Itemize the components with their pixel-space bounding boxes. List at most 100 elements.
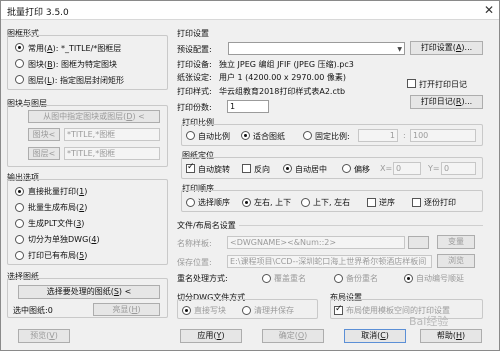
open-log-checkbox[interactable] xyxy=(407,79,416,88)
auto-center-label: 自动居中 xyxy=(295,165,327,174)
order-lr-tb-label: 左右, 上下 xyxy=(254,198,292,207)
print-setup-button[interactable]: 打印设置(A)... xyxy=(410,41,483,55)
frame-layer-label: 图层(L): 指定图层封闭矩形 xyxy=(28,76,124,85)
output-existing-layout-label: 打印已有布局(5) xyxy=(28,251,88,260)
split-direct-radio[interactable] xyxy=(182,306,191,315)
name-template-input[interactable]: <DWGNAME><&Num::2> xyxy=(227,236,405,249)
split-cleanup-label: 清理并保存 xyxy=(254,306,294,315)
batch-print-dialog: 批量打印 3.5.0 ✕ 图框形式 常用(A): *_TITLE/*图框层 图块… xyxy=(0,0,500,351)
file-layout-title: 文件/布局名设置 xyxy=(177,221,236,230)
auto-center-radio[interactable] xyxy=(283,164,292,173)
output-direct-print-radio[interactable] xyxy=(15,187,24,196)
offset-y-label: Y= xyxy=(428,164,440,173)
ok-button[interactable]: 确定(O) xyxy=(262,329,324,343)
scale-fit-radio[interactable] xyxy=(241,131,250,140)
rename-auto-number-radio[interactable] xyxy=(404,274,413,283)
scale-fit-label: 适合图纸 xyxy=(253,132,285,141)
offset-x-input[interactable]: 0 xyxy=(393,162,421,175)
rename-auto-number-label: 自动编号顺延 xyxy=(416,274,464,283)
order-tb-lr-radio[interactable] xyxy=(301,198,310,207)
save-location-label: 保存位置: xyxy=(177,258,212,267)
output-split-dwg-radio[interactable] xyxy=(15,235,24,244)
scale-auto-radio[interactable] xyxy=(186,131,195,140)
paper-label: 纸张设定: xyxy=(177,73,212,82)
block-names-input[interactable]: *TITLE,*图框 xyxy=(64,128,160,141)
style-label: 打印样式: xyxy=(177,87,212,96)
copies-input[interactable]: 1 xyxy=(227,100,269,113)
device-value: 独立 JPEG 编组 JFIF (JPEG 压缩).pc3 xyxy=(219,60,354,69)
block-pick-button[interactable]: 图块< xyxy=(28,128,60,141)
paper-value: 用户 1 (4200.00 x 2970.00 像素) xyxy=(219,73,346,82)
apply-button[interactable]: 应用(Y) xyxy=(180,329,242,343)
frame-normal-label: 常用(A): *_TITLE/*图框层 xyxy=(28,44,122,53)
scale-ratio-left-input[interactable]: 1 xyxy=(358,129,398,142)
reverse-rotate-checkbox[interactable] xyxy=(242,164,251,173)
help-button[interactable]: 帮助(H) xyxy=(420,329,482,343)
rename-overwrite-label: 覆盖重名 xyxy=(274,274,306,283)
preset-select[interactable] xyxy=(228,42,405,55)
layer-pick-button[interactable]: 图层< xyxy=(28,147,60,160)
frame-layer-radio[interactable] xyxy=(15,75,24,84)
highlight-button[interactable]: 亮显(H) xyxy=(93,303,160,316)
close-icon[interactable]: ✕ xyxy=(481,2,497,18)
order-select-radio[interactable] xyxy=(186,198,195,207)
copies-label: 打印份数: xyxy=(177,103,212,112)
output-gen-plt-radio[interactable] xyxy=(15,219,24,228)
scale-ratio-right-input[interactable]: 100 xyxy=(410,129,476,142)
rename-backup-radio[interactable] xyxy=(334,274,343,283)
watermark-text: Bai经验 xyxy=(409,315,449,328)
print-settings-title: 打印设置 xyxy=(177,29,209,38)
order-select-label: 选择顺序 xyxy=(198,198,230,207)
cancel-button[interactable]: 取消(C) xyxy=(344,329,406,343)
rename-backup-label: 备份重名 xyxy=(346,274,378,283)
file-layout-divider xyxy=(239,225,483,226)
reverse-order-label: 逆序 xyxy=(379,198,395,207)
variable-button[interactable]: 变量 xyxy=(437,235,475,249)
frame-block-radio[interactable] xyxy=(15,59,24,68)
output-direct-print-label: 直接批量打印(1) xyxy=(28,187,88,196)
window-title: 批量打印 3.5.0 xyxy=(7,8,69,18)
order-lr-tb-radio[interactable] xyxy=(242,198,251,207)
reverse-order-checkbox[interactable] xyxy=(367,198,376,207)
reverse-rotate-label: 反向 xyxy=(254,165,270,174)
output-existing-layout-radio[interactable] xyxy=(15,251,24,260)
order-tb-lr-label: 上下, 左右 xyxy=(313,198,351,207)
selected-count-label: 选中图纸:0 xyxy=(13,306,53,315)
title-bar: 批量打印 3.5.0 ✕ xyxy=(1,1,499,20)
rename-overwrite-radio[interactable] xyxy=(262,274,271,283)
browse-button[interactable]: 浏览 xyxy=(437,254,475,268)
split-direct-label: 直接写块 xyxy=(194,306,226,315)
output-gen-plt-label: 生成PLT文件(3) xyxy=(28,219,85,228)
rename-title: 重名处理方式: xyxy=(177,274,228,283)
page-by-page-label: 逐份打印 xyxy=(424,198,456,207)
split-cleanup-radio[interactable] xyxy=(242,306,251,315)
print-log-button[interactable]: 打印日记(R)... xyxy=(410,95,483,109)
save-location-input[interactable]: E:\课程项目\CCD--深圳蛇口海上世界希尔顿酒店样板间 xyxy=(227,255,432,268)
output-gen-layout-label: 批量生成布局(2) xyxy=(28,203,88,212)
use-template-checkbox[interactable] xyxy=(334,304,343,315)
name-template-label: 名称样板: xyxy=(177,239,212,248)
select-drawings-button[interactable]: 选择要处理的图纸(S) < xyxy=(18,285,160,299)
output-gen-layout-radio[interactable] xyxy=(15,203,24,212)
offset-x-label: X= xyxy=(380,164,393,173)
offset-radio[interactable] xyxy=(342,164,351,173)
scale-fixed-label: 固定比例: xyxy=(315,132,350,141)
preset-label: 预设配置: xyxy=(177,45,212,54)
device-label: 打印设备: xyxy=(177,60,212,69)
frame-block-label: 图块(B): 图框为特定图块 xyxy=(28,60,117,69)
output-split-dwg-label: 切分为单独DWG(4) xyxy=(28,235,100,244)
scale-fixed-radio[interactable] xyxy=(303,131,312,140)
auto-rotate-checkbox[interactable] xyxy=(186,162,195,173)
offset-y-input[interactable]: 0 xyxy=(441,162,476,175)
layer-names-input[interactable]: *TITLE,*图框 xyxy=(64,147,160,160)
name-template-pick-button[interactable] xyxy=(408,236,429,249)
auto-rotate-label: 自动旋转 xyxy=(198,165,230,174)
preview-button[interactable]: 预览(V) xyxy=(18,329,70,343)
scale-auto-label: 自动比例 xyxy=(198,132,230,141)
pick-from-drawing-button[interactable]: 从图中指定图块或图层(D) < xyxy=(28,110,160,123)
page-by-page-checkbox[interactable] xyxy=(412,198,421,207)
scale-ratio-separator: : xyxy=(403,131,406,140)
frame-normal-radio[interactable] xyxy=(15,43,24,52)
open-log-label: 打开打印日记 xyxy=(419,80,467,89)
style-value: 华云组教育2018打印样式表A2.ctb xyxy=(219,87,346,96)
